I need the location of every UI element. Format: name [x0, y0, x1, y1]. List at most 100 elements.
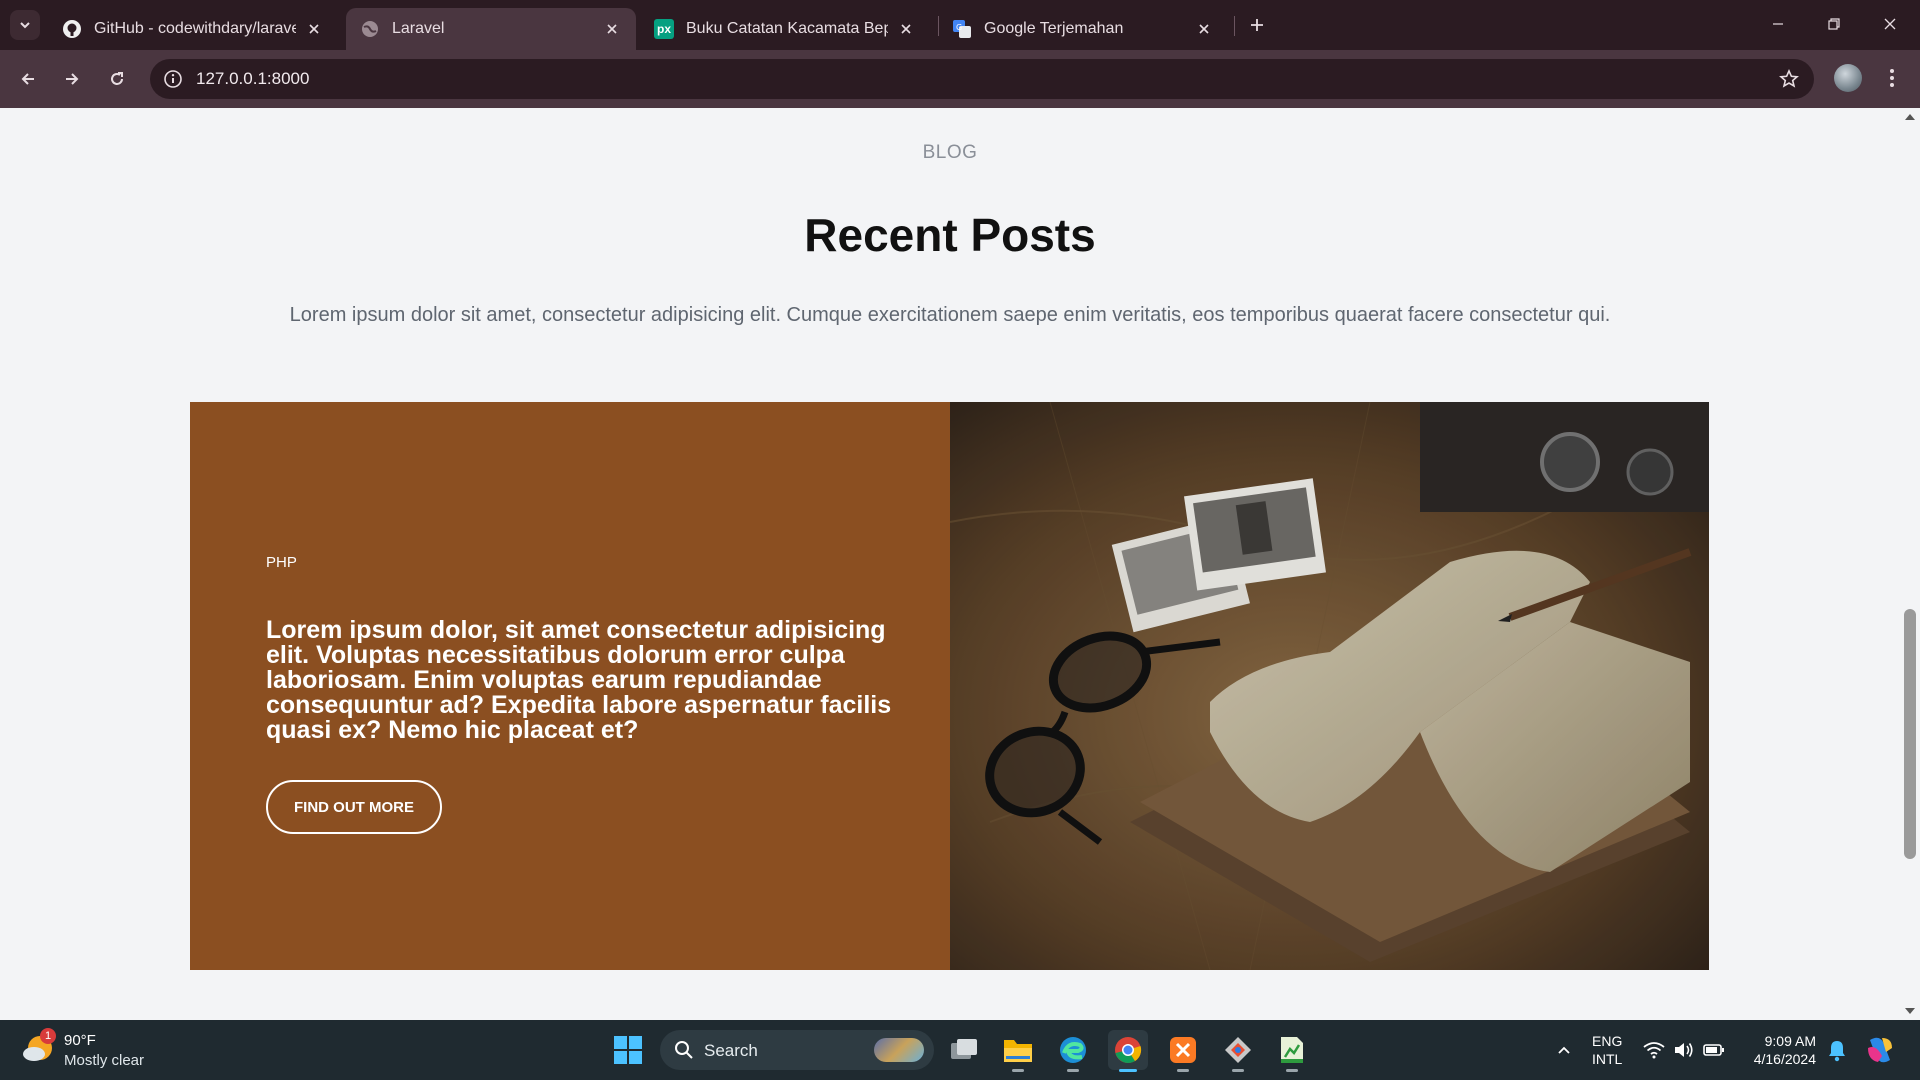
file-explorer-button[interactable] [998, 1030, 1038, 1072]
forward-button[interactable] [56, 63, 88, 95]
clock-time: 9:09 AM [1764, 1033, 1816, 1049]
input-language-indicator[interactable]: ENG INTL [1592, 1032, 1622, 1068]
close-tab-icon[interactable] [602, 19, 622, 39]
close-tab-icon[interactable] [1194, 19, 1214, 39]
svg-text:G: G [956, 23, 962, 32]
task-view-button[interactable] [944, 1030, 984, 1070]
task-view-icon [951, 1039, 977, 1059]
restore-icon [1828, 18, 1840, 30]
post-card-content: PHP Lorem ipsum dolor, sit amet consecte… [190, 402, 950, 970]
edge-icon [1060, 1037, 1086, 1063]
close-tab-icon[interactable] [304, 19, 324, 39]
sheet-app-button[interactable] [1272, 1030, 1312, 1072]
show-hidden-icons-button[interactable] [1552, 1020, 1576, 1080]
xampp-icon [1170, 1037, 1196, 1063]
folder-icon [1004, 1040, 1032, 1062]
plus-icon [1251, 19, 1263, 31]
pexels-icon: px [654, 19, 674, 39]
tab-search-button[interactable] [10, 10, 40, 40]
notification-bell-icon[interactable] [1826, 1038, 1848, 1062]
weather-temp: 90°F [64, 1032, 96, 1049]
post-card: PHP Lorem ipsum dolor, sit amet consecte… [190, 402, 1709, 970]
close-icon [1884, 18, 1896, 30]
start-button[interactable] [608, 1030, 648, 1070]
reload-button[interactable] [101, 63, 133, 95]
battery-icon[interactable] [1702, 1038, 1726, 1062]
search-highlight-image [874, 1038, 924, 1062]
tab-title: Google Terjemahan [984, 20, 1124, 37]
minimize-icon [1773, 23, 1783, 25]
tab-laravel[interactable]: Laravel [346, 8, 636, 50]
tab-title: GitHub - codewithdary/laravel- [94, 20, 296, 37]
close-window-button[interactable] [1870, 8, 1910, 40]
weather-condition: Mostly clear [64, 1052, 145, 1069]
address-bar[interactable]: 127.0.0.1:8000 [150, 59, 1814, 99]
reload-icon [111, 72, 123, 85]
scroll-down-icon[interactable] [1905, 1008, 1915, 1014]
system-clock[interactable]: 9:09 AM 4/16/2024 [1744, 1032, 1816, 1068]
github-icon [62, 19, 82, 39]
running-indicator [1177, 1069, 1189, 1072]
post-title: Lorem ipsum dolor, sit amet consectetur … [266, 616, 892, 744]
page-scrollbar[interactable] [1900, 108, 1920, 1020]
tab-google-translate[interactable]: G Google Terjemahan [938, 8, 1228, 50]
bookmark-star-icon[interactable] [1778, 68, 1800, 90]
taskbar-search[interactable]: Search [660, 1030, 934, 1070]
windows-logo-icon [614, 1036, 642, 1064]
scroll-up-icon[interactable] [1905, 114, 1915, 120]
notebook-glasses-photo [950, 402, 1709, 970]
running-indicator [1232, 1069, 1244, 1072]
chevron-down-icon [20, 22, 30, 29]
close-tab-icon[interactable] [896, 19, 916, 39]
tab-github[interactable]: GitHub - codewithdary/laravel- [48, 8, 338, 50]
tab-separator [1234, 16, 1235, 36]
language-code: ENG [1592, 1033, 1623, 1049]
running-indicator [1119, 1069, 1137, 1072]
post-image [950, 402, 1709, 970]
find-out-more-button[interactable]: FIND OUT MORE [266, 780, 442, 834]
profile-avatar[interactable] [1834, 64, 1862, 92]
volume-icon[interactable] [1672, 1038, 1696, 1062]
google-translate-icon: G [952, 19, 972, 39]
globe-icon [360, 19, 380, 39]
post-category[interactable]: PHP [266, 554, 297, 571]
section-description: Lorem ipsum dolor sit amet, consectetur … [289, 304, 1611, 326]
running-indicator [1286, 1069, 1298, 1072]
arrow-right-icon [66, 73, 79, 85]
taskbar: 1 90°F Mostly clear Search ENG INTL 9:09… [0, 1020, 1920, 1080]
scroll-thumb[interactable] [1904, 609, 1916, 859]
search-label: Search [704, 1041, 758, 1060]
git-diamond-icon [1225, 1037, 1251, 1063]
keyboard-layout: INTL [1592, 1051, 1623, 1067]
clock-date: 4/16/2024 [1753, 1051, 1816, 1067]
edge-button[interactable] [1053, 1030, 1093, 1072]
weather-alert-badge: 1 [40, 1028, 56, 1044]
tab-strip: GitHub - codewithdary/laravel- Laravel p… [0, 0, 1920, 50]
running-indicator [1012, 1069, 1024, 1072]
minimize-button[interactable] [1758, 8, 1798, 40]
arrow-left-icon [21, 73, 34, 85]
site-info-icon[interactable] [162, 68, 184, 90]
copilot-icon[interactable] [1864, 1034, 1896, 1066]
browser-toolbar: 127.0.0.1:8000 [0, 50, 1920, 108]
chevron-up-icon [1558, 1046, 1570, 1054]
spreadsheet-icon [1281, 1037, 1303, 1063]
wifi-icon[interactable] [1642, 1038, 1666, 1062]
new-tab-button[interactable] [1244, 12, 1270, 38]
git-tool-button[interactable] [1218, 1030, 1258, 1072]
url-text[interactable]: 127.0.0.1:8000 [196, 69, 309, 89]
back-button[interactable] [12, 63, 44, 95]
section-eyebrow: BLOG [922, 142, 978, 163]
tab-title: Laravel [392, 20, 445, 37]
browser-menu-button[interactable] [1878, 64, 1906, 92]
tab-pexels[interactable]: px Buku Catatan Kacamata Beperg [640, 8, 930, 50]
chrome-button[interactable] [1108, 1030, 1148, 1072]
weather-widget[interactable]: 1 90°F Mostly clear [22, 1028, 222, 1072]
page-title: Recent Posts [804, 209, 1096, 261]
xampp-button[interactable] [1163, 1030, 1203, 1072]
tab-title: Buku Catatan Kacamata Beperg [686, 20, 888, 37]
restore-button[interactable] [1814, 8, 1854, 40]
running-indicator [1067, 1069, 1079, 1072]
page-viewport: BLOG Recent Posts Lorem ipsum dolor sit … [0, 108, 1920, 1020]
more-vertical-icon [1890, 69, 1894, 87]
